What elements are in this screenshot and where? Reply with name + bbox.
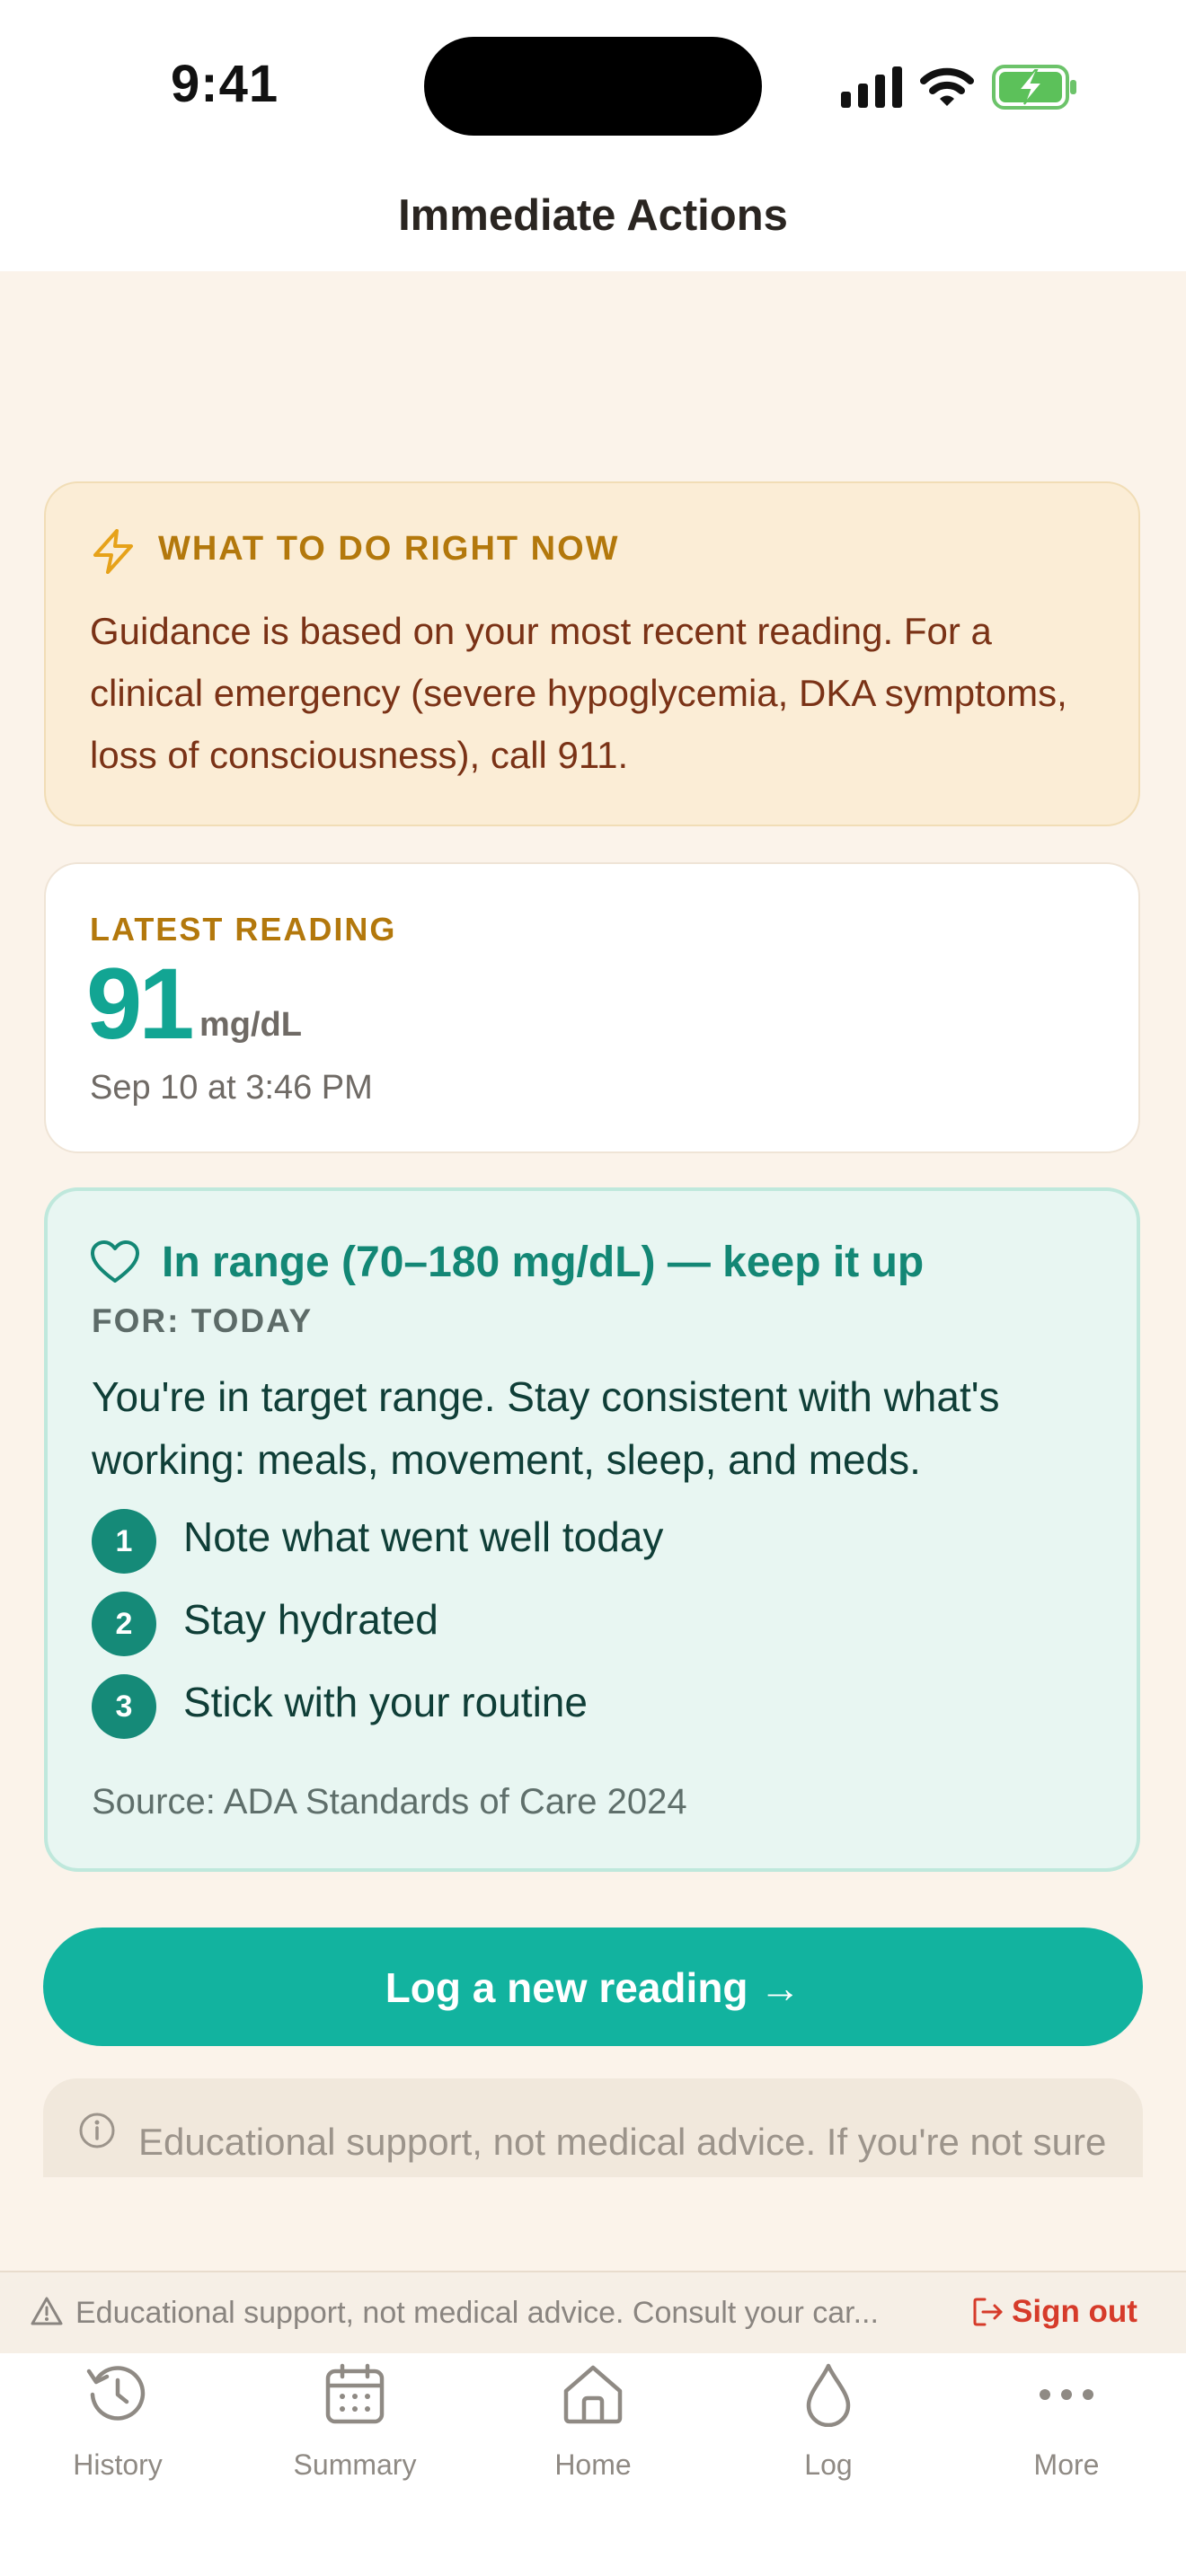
lightning-icon — [93, 529, 133, 574]
calendar-icon — [325, 2363, 385, 2424]
step-text: Note what went well today — [183, 1513, 664, 1560]
wifi-icon — [920, 67, 974, 106]
more-icon — [1040, 2389, 1093, 2400]
alert-heading: WHAT TO DO RIGHT NOW — [158, 530, 620, 568]
guidance-heading: In range (70–180 mg/dL) — keep it up — [162, 1239, 925, 1286]
reading-value: 91 — [86, 948, 195, 1060]
log-reading-button[interactable]: Log a new reading → — [43, 1928, 1143, 2046]
tab-label: Home — [554, 2448, 632, 2481]
reading-timestamp: Sep 10 at 3:46 PM — [90, 1069, 373, 1107]
warning-icon — [31, 2297, 63, 2325]
history-icon — [86, 2366, 146, 2421]
tab-summary[interactable]: Summary — [265, 2362, 445, 2497]
tab-log[interactable]: Log — [739, 2362, 918, 2497]
step-text: Stick with your routine — [183, 1679, 588, 1725]
drop-icon — [806, 2363, 851, 2427]
sign-out-icon[interactable] — [972, 2296, 1005, 2328]
step-number: 1 — [92, 1509, 156, 1574]
status-time: 9:41 — [171, 55, 279, 113]
reading-unit: mg/dL — [199, 1006, 302, 1044]
alert-body: Guidance is based on your most recent re… — [90, 610, 1067, 776]
tab-label: Log — [804, 2448, 853, 2481]
home-icon — [563, 2365, 623, 2424]
education-text: Educational support, not medical advice.… — [138, 2121, 1107, 2177]
dynamic-island — [424, 37, 762, 136]
reading-label: LATEST READING — [90, 911, 397, 948]
step-text: Stay hydrated — [183, 1596, 438, 1643]
heart-icon — [91, 1240, 139, 1283]
step-number: 3 — [92, 1674, 156, 1739]
page-title: Immediate Actions — [398, 191, 788, 240]
step-number: 2 — [92, 1592, 156, 1656]
guidance-body: You're in target range. Stay consistent … — [92, 1373, 1000, 1483]
info-icon — [79, 2113, 115, 2148]
disclaimer-text: Educational support, not medical advice.… — [75, 2296, 879, 2330]
battery-icon — [992, 65, 1076, 110]
sign-out-link[interactable]: Sign out — [1012, 2294, 1137, 2330]
education-card: Educational support, not medical advice.… — [43, 2078, 1143, 2177]
tab-more[interactable]: More — [977, 2362, 1156, 2497]
guidance-source: Source: ADA Standards of Care 2024 — [92, 1782, 687, 1822]
tab-history[interactable]: History — [28, 2362, 208, 2497]
tab-label: History — [73, 2448, 163, 2481]
tab-home[interactable]: Home — [503, 2362, 683, 2497]
tab-label: Summary — [293, 2448, 417, 2481]
tab-label: More — [1033, 2448, 1100, 2481]
signal-icon — [841, 66, 902, 108]
guidance-for-label: FOR: TODAY — [92, 1302, 314, 1339]
